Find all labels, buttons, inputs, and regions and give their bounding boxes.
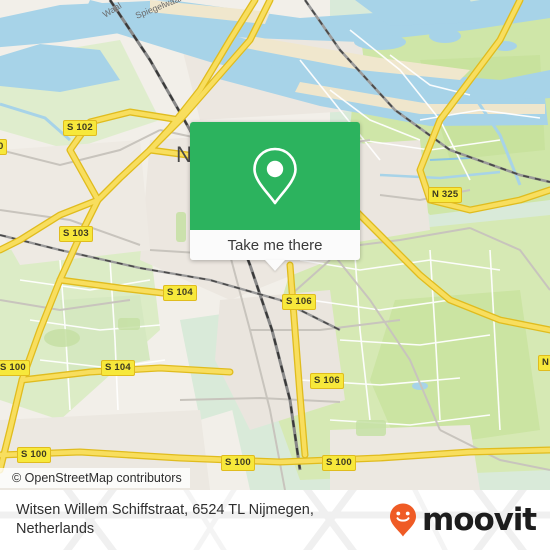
- moovit-wordmark: moovit: [422, 501, 537, 538]
- map-screenshot: Waal Spiegelwaal N S 102 0 S 103 S 104 S…: [0, 0, 550, 550]
- road-shield[interactable]: 0: [0, 139, 8, 155]
- moovit-logo[interactable]: moovit: [388, 501, 537, 538]
- callout-action-bar[interactable]: Take me there: [190, 230, 360, 271]
- footer-bar: Witsen Willem Schiffstraat, 6524 TL Nijm…: [0, 490, 550, 550]
- callout-tail: [265, 260, 285, 271]
- address-line-2: Netherlands: [16, 521, 95, 537]
- map-pin-icon: [253, 147, 297, 205]
- road-shield[interactable]: S 106: [310, 373, 344, 389]
- road-shield[interactable]: S 102: [63, 120, 97, 136]
- address-text: Witsen Willem Schiffstraat, 6524 TL Nijm…: [16, 501, 314, 539]
- road-shield[interactable]: N 325: [428, 187, 463, 203]
- road-shield[interactable]: S 104: [101, 360, 135, 376]
- road-shield[interactable]: S 104: [163, 285, 197, 301]
- road-shield[interactable]: S 103: [59, 226, 93, 242]
- road-shield[interactable]: S 106: [282, 294, 316, 310]
- destination-callout[interactable]: Take me there: [190, 122, 360, 271]
- map-attribution[interactable]: © OpenStreetMap contributors: [0, 468, 190, 488]
- road-shield[interactable]: S 100: [221, 455, 255, 471]
- road-shield[interactable]: S 100: [0, 360, 30, 376]
- address-line-1: Witsen Willem Schiffstraat, 6524 TL Nijm…: [16, 502, 314, 518]
- callout-icon-area: [190, 122, 360, 230]
- road-shield[interactable]: S 100: [17, 447, 51, 463]
- road-shield[interactable]: S 100: [322, 455, 356, 471]
- take-me-there-label: Take me there: [227, 236, 323, 254]
- road-shield[interactable]: N: [538, 355, 550, 371]
- moovit-pin-smiley-icon: [390, 503, 417, 537]
